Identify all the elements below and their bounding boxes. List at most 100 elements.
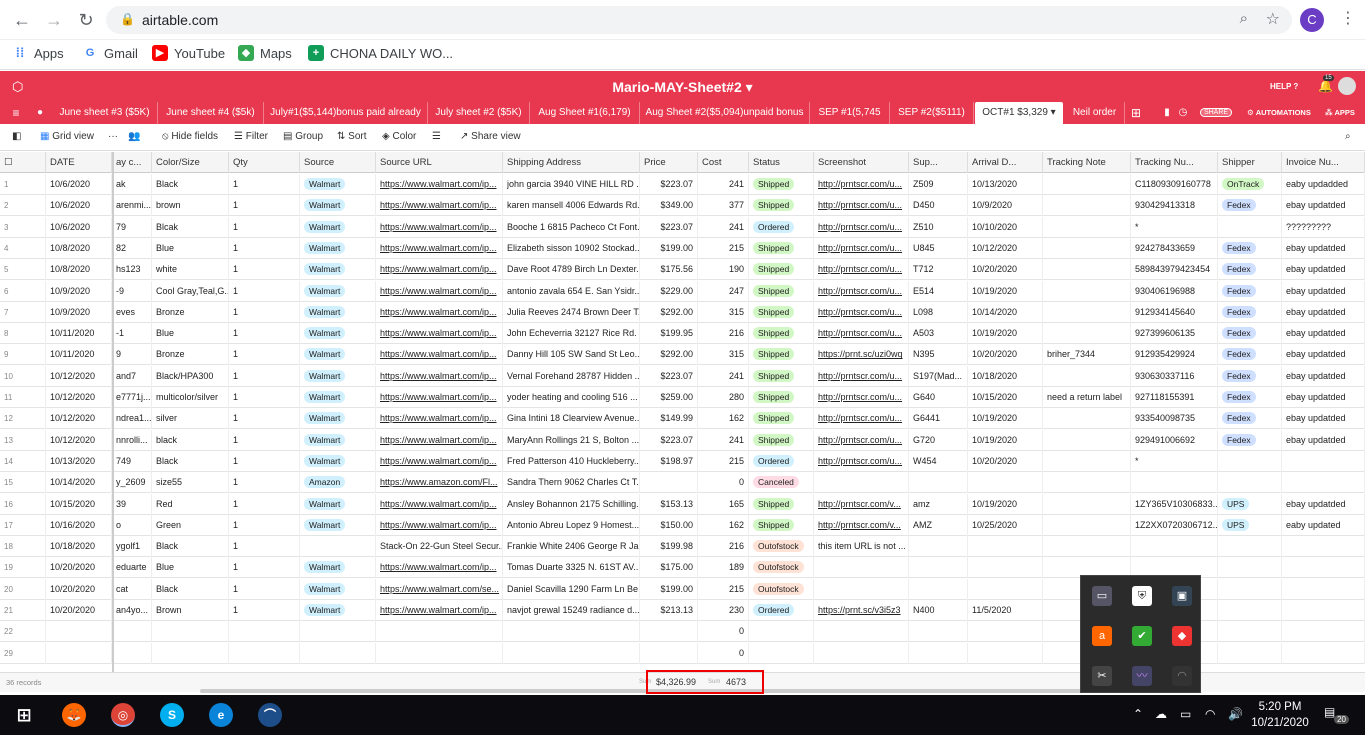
notification-bell-icon[interactable]: 🔔 [1318,79,1333,93]
cell-addr[interactable]: Vernal Forehand 28787 Hidden ... [503,365,640,387]
cell-qty[interactable]: 1 [229,600,300,621]
cell-date[interactable]: 10/16/2020 [46,514,112,536]
cell-date[interactable]: 10/13/2020 [46,450,112,472]
cell-color[interactable]: Brown [152,600,229,621]
cell-shipper[interactable] [1218,450,1282,472]
cell-source[interactable] [300,621,376,643]
cell-source[interactable] [300,536,376,558]
cell-track[interactable]: 589843979423454 [1131,259,1218,281]
cell-price[interactable]: $223.07 [640,429,698,451]
cell-source[interactable]: Walmart [300,344,376,366]
cell-source[interactable]: Walmart [300,259,376,281]
cell-status[interactable]: Outofstock [749,536,814,558]
bookmark-chona[interactable]: + CHONA DAILY WO... [308,45,453,61]
cell-addr[interactable]: yoder heating and cooling 516 ... [503,387,640,408]
cell-cost[interactable]: 189 [698,557,749,579]
cell-price[interactable] [640,472,698,494]
cell-shipper[interactable]: OnTrack [1218,174,1282,195]
cell-shipper[interactable] [1218,536,1282,558]
bookmark-apps[interactable]: ⁞⁞ Apps [12,45,64,61]
cell-qty[interactable]: 1 [229,259,300,281]
cell-shot[interactable]: http://prntscr.com/u... [814,323,909,345]
tab-oct-1[interactable]: OCT#1 $3,329 ▾ [975,102,1063,124]
cell-arr[interactable]: 10/25/2020 [968,514,1043,536]
column-header-5[interactable]: Source URL [376,152,503,173]
cell-addr[interactable]: Frankie White 2406 George R Ja... [503,536,640,558]
cell-sup[interactable]: G6441 [909,408,968,430]
snipping-icon[interactable]: ✂ [1092,666,1112,686]
cell-color[interactable]: Black [152,578,229,600]
cell-color[interactable]: Black/HPA300 [152,365,229,387]
cell-sup[interactable]: N400 [909,600,968,621]
cell-track[interactable] [1131,472,1218,494]
cell-sup[interactable] [909,642,968,664]
column-header-11[interactable]: Sup... [909,152,968,173]
cell-addr[interactable] [503,621,640,643]
table-row[interactable]: 13 10/12/2020 nnrolli... black 1 Walmart https… [0,429,1365,451]
cell-ebay[interactable]: 749 [112,450,152,472]
cell-qty[interactable]: 1 [229,237,300,259]
cell-ebay[interactable] [112,642,152,664]
cell-price[interactable]: $229.00 [640,280,698,302]
cell-shipper[interactable] [1218,557,1282,579]
cell-url[interactable]: https://www.walmart.com/se... [376,578,503,600]
cell-ebay[interactable]: -1 [112,323,152,345]
cell-note[interactable] [1043,429,1131,451]
cell-url[interactable]: Stack-On 22-Gun Steel Secur... [376,536,503,558]
cell-price[interactable]: $223.07 [640,174,698,195]
cell-status[interactable]: Shipped [749,174,814,195]
cell-ebay[interactable]: ygolf1 [112,536,152,558]
cell-cost[interactable]: 215 [698,237,749,259]
cell-track[interactable]: 912934145640 [1131,301,1218,323]
sidebar-toggle-icon[interactable]: ◧ [12,131,21,142]
cell-arr[interactable]: 10/19/2020 [968,429,1043,451]
cell-source[interactable]: Amazon [300,472,376,494]
cell-inv[interactable]: ebay updatded [1282,301,1365,323]
cell-addr[interactable]: Tomas Duarte 3325 N. 61ST AV... [503,557,640,579]
bookmark-gmail[interactable]: G Gmail [82,45,138,61]
feather-icon[interactable]: 〰 [1132,666,1152,686]
cell-color[interactable]: Bronze [152,301,229,323]
cell-addr[interactable]: Antonio Abreu Lopez 9 Homest... [503,514,640,536]
cell-url[interactable]: https://www.walmart.com/ip... [376,514,503,536]
cell-inv[interactable] [1282,578,1365,600]
cell-ebay[interactable]: 82 [112,237,152,259]
tab-june-3[interactable]: June sheet #3 ($5K) [52,102,158,124]
cell-date[interactable]: 10/18/2020 [46,536,112,558]
column-header-16[interactable]: Invoice Nu... [1282,152,1365,173]
cell-color[interactable] [152,642,229,664]
cell-qty[interactable]: 1 [229,514,300,536]
bookmark-star-icon[interactable]: ☆ [1266,9,1280,29]
cell-cost[interactable]: 0 [698,621,749,643]
cell-status[interactable]: Shipped [749,280,814,302]
cell-addr[interactable] [503,642,640,664]
cell-sup[interactable]: S197(Mad... [909,365,968,387]
table-row[interactable]: 2 10/6/2020 arenmi... brown 1 Walmart https://… [0,195,1365,217]
cell-sup[interactable]: amz [909,493,968,515]
cell-status[interactable]: Shipped [749,301,814,323]
cell-status[interactable]: Ordered [749,600,814,621]
cell-ebay[interactable]: nnrolli... [112,429,152,451]
cell-shipper[interactable]: Fedex [1218,408,1282,430]
sort-button[interactable]: ⇅ Sort [337,131,367,142]
cell-qty[interactable]: 1 [229,323,300,345]
cell-date[interactable]: 10/12/2020 [46,429,112,451]
cell-arr[interactable]: 10/12/2020 [968,237,1043,259]
cell-url[interactable]: https://www.walmart.com/ip... [376,387,503,408]
grid-view-switcher[interactable]: ▦ Grid view [40,131,94,142]
cell-sup[interactable]: L098 [909,301,968,323]
cell-addr[interactable]: john garcia 3940 VINE HILL RD ... [503,174,640,195]
cell-status[interactable]: Shipped [749,237,814,259]
checkmark-icon[interactable]: ✔ [1132,626,1152,646]
cell-qty[interactable]: 1 [229,387,300,408]
group-button[interactable]: ▤ Group [283,131,323,142]
cell-source[interactable]: Walmart [300,365,376,387]
cell-shipper[interactable]: Fedex [1218,323,1282,345]
cell-ebay[interactable]: and7 [112,365,152,387]
cell-status[interactable]: Outofstock [749,578,814,600]
cell-url[interactable]: https://www.walmart.com/ip... [376,493,503,515]
cell-ebay[interactable]: ndrea1... [112,408,152,430]
cell-addr[interactable]: karen mansell 4006 Edwards Rd... [503,195,640,217]
cell-source[interactable]: Walmart [300,216,376,238]
cell-ebay[interactable]: eves [112,301,152,323]
